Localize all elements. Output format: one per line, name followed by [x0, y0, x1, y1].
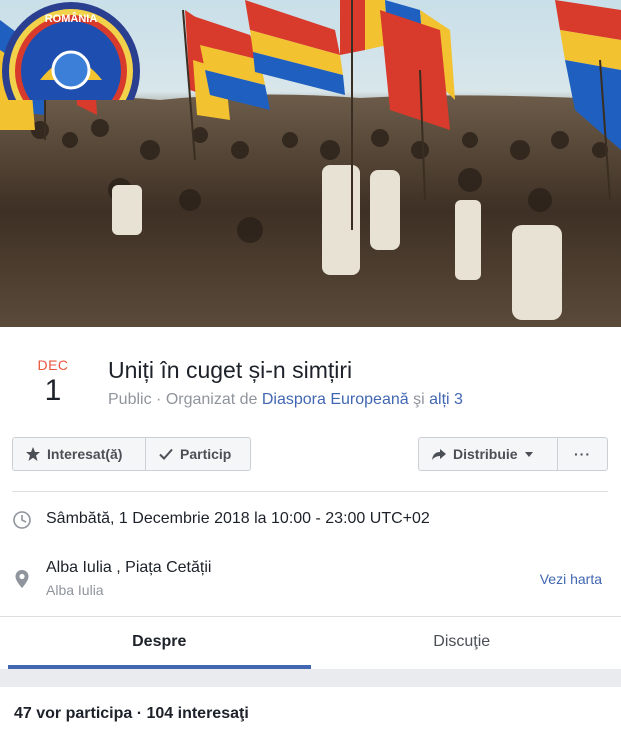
location-city: Alba Iulia: [46, 582, 104, 598]
share-button[interactable]: Distribuie: [419, 438, 557, 470]
organized-by-label: Organizat de: [165, 391, 258, 408]
tab-about[interactable]: Despre: [8, 617, 311, 669]
more-options-label: ···: [574, 446, 591, 462]
event-privacy: Public: [108, 391, 152, 408]
going-label: Particip: [180, 446, 232, 462]
meta-separator: ·: [156, 391, 166, 408]
event-day: 1: [44, 374, 62, 407]
event-time-row: Sâmbătă, 1 Decembrie 2018 la 10:00 - 23:…: [12, 510, 608, 534]
going-button[interactable]: Particip: [145, 438, 250, 470]
other-organizers-link[interactable]: alți 3: [429, 391, 463, 408]
divider: [12, 491, 608, 492]
location-pin-icon: [15, 570, 29, 588]
tab-discussion[interactable]: Discuţie: [311, 617, 614, 669]
location-name[interactable]: Alba Iulia , Piața Cetății: [46, 559, 211, 577]
organizer-link[interactable]: Diaspora Europeană: [262, 391, 409, 408]
badge-text: ROMÂNIA: [45, 12, 98, 25]
share-label: Distribuie: [453, 446, 518, 462]
event-datetime: Sâmbătă, 1 Decembrie 2018 la 10:00 - 23:…: [46, 510, 430, 527]
event-cover-photo: ROMÂNIA: [0, 0, 621, 327]
interested-label: Interesat(ă): [47, 446, 123, 462]
share-button-group: Distribuie ···: [418, 437, 608, 471]
caret-down-icon: [524, 452, 533, 457]
event-location-row: Alba Iulia , Piața Cetății Alba Iulia Ve…: [12, 559, 608, 603]
attendance-stats[interactable]: 47 vor participa · 104 interesaţi: [14, 705, 249, 723]
checkmark-icon: [159, 448, 173, 460]
rsvp-button-group: Interesat(ă) Particip: [12, 437, 251, 471]
section-separator: [0, 669, 621, 687]
share-arrow-icon: [432, 449, 446, 460]
star-icon: [26, 447, 40, 461]
view-map-link[interactable]: Vezi harta: [540, 571, 602, 587]
event-title: Uniți în cuget și-n simțiri: [108, 357, 353, 383]
event-tabs: Despre Discuţie: [8, 617, 613, 669]
event-meta: Public · Organizat de Diaspora Europeană…: [108, 391, 463, 409]
and-text: şi: [413, 391, 425, 408]
event-month: DEC: [37, 357, 69, 373]
event-date: DEC 1: [22, 357, 84, 408]
interested-button[interactable]: Interesat(ă): [13, 438, 145, 470]
romania-badge-logo: ROMÂNIA: [2, 2, 140, 100]
clock-icon: [13, 511, 31, 529]
more-options-button[interactable]: ···: [557, 438, 607, 470]
